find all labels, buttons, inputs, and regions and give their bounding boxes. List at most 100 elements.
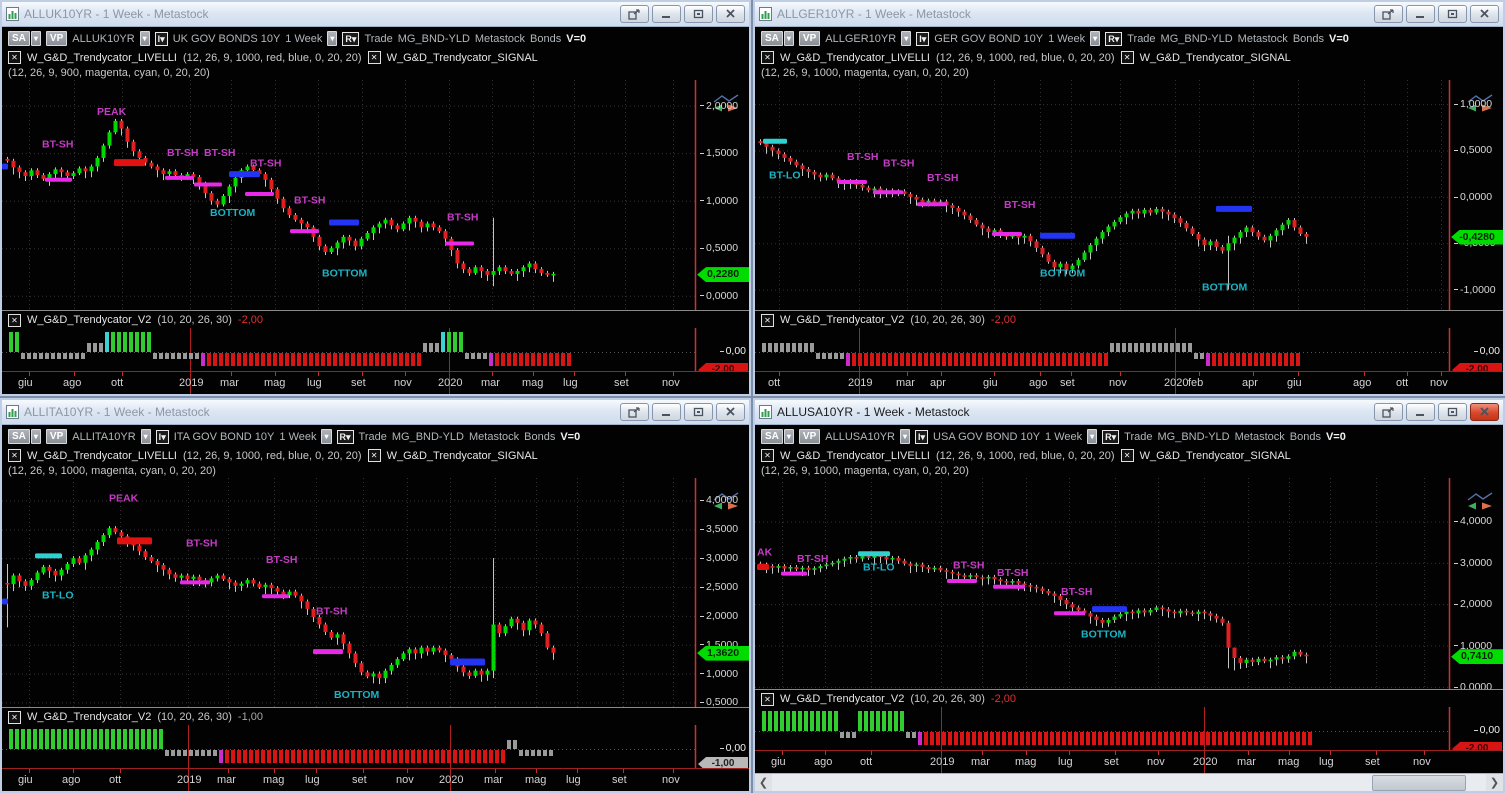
remove-indicator-checkbox[interactable]: ✕ [368, 51, 381, 64]
interval-button[interactable]: I▾ [915, 430, 928, 444]
price-plot: PEAKBT-LOBT-SHBT-SHBT-SHBOTTOM [2, 478, 697, 707]
close-icon[interactable] [716, 403, 745, 421]
r-button[interactable]: R▾ [1105, 32, 1122, 46]
scroll-right-arrow[interactable]: ❯ [1486, 774, 1503, 791]
candlestick-chart[interactable]: PEAKBT-LOBT-SHBT-SHBT-SHBOTTOM 4,00003,5… [2, 478, 749, 707]
indicator-signal-label: W_G&D_Trendycator_SIGNAL [1140, 52, 1291, 64]
period-dropdown-arrow[interactable]: ▾ [321, 429, 331, 444]
remove-indicator-checkbox[interactable]: ✕ [8, 711, 21, 724]
remove-indicator-checkbox[interactable]: ✕ [761, 449, 774, 462]
time-axis-tick [231, 372, 232, 376]
interval-button[interactable]: I▾ [155, 32, 168, 46]
time-axis-label: mag [264, 377, 285, 389]
remove-indicator-checkbox[interactable]: ✕ [8, 51, 21, 64]
maximize-button[interactable] [684, 5, 713, 23]
trendycator-level-bars [2, 159, 474, 245]
vp-button[interactable]: VP [799, 429, 820, 444]
vp-button[interactable]: VP [46, 31, 67, 46]
r-button[interactable]: R▾ [337, 430, 354, 444]
metastock-workspace: ALLUK10YR - 1 Week - Metastock SA▾ [0, 0, 1505, 793]
sa-dropdown-arrow[interactable]: ▾ [784, 31, 794, 46]
sa-button[interactable]: SA [761, 31, 783, 46]
window-content: SA▾ VP ALLITA10YR ▾ I▾ ITA GOV BOND 10Y … [2, 425, 749, 791]
remove-indicator-checkbox[interactable]: ✕ [761, 693, 774, 706]
minimize-button[interactable] [1406, 5, 1435, 23]
time-axis-tick [1040, 372, 1041, 376]
time-axis[interactable]: ott2019maraprgiuagosetnov2020febaprgiuag… [755, 372, 1503, 394]
symbol-dropdown-arrow[interactable]: ▾ [140, 31, 150, 46]
remove-indicator-checkbox[interactable]: ✕ [8, 449, 21, 462]
price-axis[interactable]: 2,00001,50001,00000,50000,00000,2280 [697, 80, 749, 310]
detach-window-button[interactable] [620, 5, 649, 23]
remove-indicator-checkbox[interactable]: ✕ [761, 314, 774, 327]
period-dropdown-arrow[interactable]: ▾ [327, 31, 337, 46]
maximize-button[interactable] [684, 403, 713, 421]
close-icon[interactable] [1470, 403, 1499, 421]
r-button[interactable]: R▾ [342, 32, 359, 46]
time-axis[interactable]: giuagoott2019marmaglugsetnov2020marmaglu… [2, 769, 749, 791]
price-axis[interactable]: 1,00000,50000,0000-0,5000-1,0000-0,4280 [1451, 80, 1503, 310]
time-axis[interactable]: giuagoott2019marmaglugsetnov2020marmaglu… [755, 751, 1503, 773]
maximize-button[interactable] [1438, 5, 1467, 23]
detach-window-button[interactable] [1374, 403, 1403, 421]
symbol-dropdown-arrow[interactable]: ▾ [901, 31, 911, 46]
vp-button[interactable]: VP [799, 31, 820, 46]
svg-text:BT-SH: BT-SH [997, 567, 1029, 579]
r-button[interactable]: R▾ [1102, 430, 1119, 444]
time-axis[interactable]: giuagoott2019marmaglugsetnov2020marmaglu… [2, 372, 749, 394]
price-axis[interactable]: 4,00003,50003,00002,50002,00001,50001,00… [697, 478, 749, 707]
chart-document-icon [759, 405, 772, 419]
symbol-dropdown-arrow[interactable]: ▾ [141, 429, 151, 444]
svg-text:BOTTOM: BOTTOM [210, 207, 256, 219]
window-titlebar[interactable]: ALLITA10YR - 1 Week - Metastock [2, 400, 749, 425]
chart-toolbar: SA▾ VP ALLUK10YR ▾ I▾ UK GOV BONDS 10Y 1… [2, 27, 749, 49]
indicator-livelli-label: W_G&D_Trendycator_LIVELLI [780, 52, 930, 64]
remove-indicator-checkbox[interactable]: ✕ [1121, 51, 1134, 64]
vp-button[interactable]: VP [46, 429, 67, 444]
candlestick-chart[interactable]: BT-LOBT-SHBT-SHBT-SHBT-SHBOTTOMBOTTOM 1,… [755, 80, 1503, 310]
remove-indicator-checkbox[interactable]: ✕ [761, 51, 774, 64]
price-axis[interactable]: 4,00003,00002,00001,00000,00000,7410 [1451, 478, 1503, 689]
remove-indicator-checkbox[interactable]: ✕ [1121, 449, 1134, 462]
histogram-zero-label: 0,00 [1474, 724, 1500, 736]
sa-dropdown-arrow[interactable]: ▾ [31, 429, 41, 444]
sa-button[interactable]: SA [8, 429, 30, 444]
symbol-dropdown-arrow[interactable]: ▾ [900, 429, 910, 444]
time-axis-label: set [612, 774, 627, 786]
chart-toolbar: SA▾ VP ALLITA10YR ▾ I▾ ITA GOV BOND 10Y … [2, 425, 749, 447]
scrollbar-thumb[interactable] [1372, 775, 1466, 791]
minimize-button[interactable] [1406, 403, 1435, 421]
period-dropdown-arrow[interactable]: ▾ [1090, 31, 1100, 46]
sa-dropdown-arrow[interactable]: ▾ [31, 31, 41, 46]
interval-button[interactable]: I▾ [156, 430, 169, 444]
time-axis-tick [1289, 751, 1290, 755]
histogram-bars [762, 711, 1312, 745]
horizontal-scrollbar[interactable]: ❮ ❯ [755, 773, 1503, 791]
window-titlebar[interactable]: ALLGER10YR - 1 Week - Metastock [755, 2, 1503, 27]
close-icon[interactable] [1470, 5, 1499, 23]
remove-indicator-checkbox[interactable]: ✕ [368, 449, 381, 462]
candlestick-chart[interactable]: BT-SHPEAKBT-SHBT-SHBT-SHBOTTOMBT-SHBOTTO… [2, 80, 749, 310]
time-axis-label: nov [1430, 377, 1448, 389]
sa-dropdown-arrow[interactable]: ▾ [784, 429, 794, 444]
remove-indicator-checkbox[interactable]: ✕ [8, 314, 21, 327]
y-axis-tick-label: 0,5000 [700, 242, 738, 254]
scrollbar-track[interactable] [772, 774, 1486, 791]
candlestick-chart[interactable]: AKBT-SHBT-LOBT-SHBT-SHBT-SHBOTTOM 4,0000… [755, 478, 1503, 689]
feed-label: MG_BND-YLD [392, 431, 464, 443]
detach-window-button[interactable] [1374, 5, 1403, 23]
close-icon[interactable] [716, 5, 745, 23]
time-axis-tick [941, 372, 942, 376]
detach-window-button[interactable] [620, 403, 649, 421]
interval-button[interactable]: I▾ [916, 32, 929, 46]
minimize-button[interactable] [652, 5, 681, 23]
window-titlebar[interactable]: ALLUSA10YR - 1 Week - Metastock [755, 400, 1503, 425]
sa-button[interactable]: SA [761, 429, 783, 444]
period-dropdown-arrow[interactable]: ▾ [1087, 429, 1097, 444]
maximize-button[interactable] [1438, 403, 1467, 421]
scroll-left-arrow[interactable]: ❮ [755, 774, 772, 791]
sa-button[interactable]: SA [8, 31, 30, 46]
window-titlebar[interactable]: ALLUK10YR - 1 Week - Metastock [2, 2, 749, 27]
minimize-button[interactable] [652, 403, 681, 421]
time-axis-label: lug [305, 774, 320, 786]
